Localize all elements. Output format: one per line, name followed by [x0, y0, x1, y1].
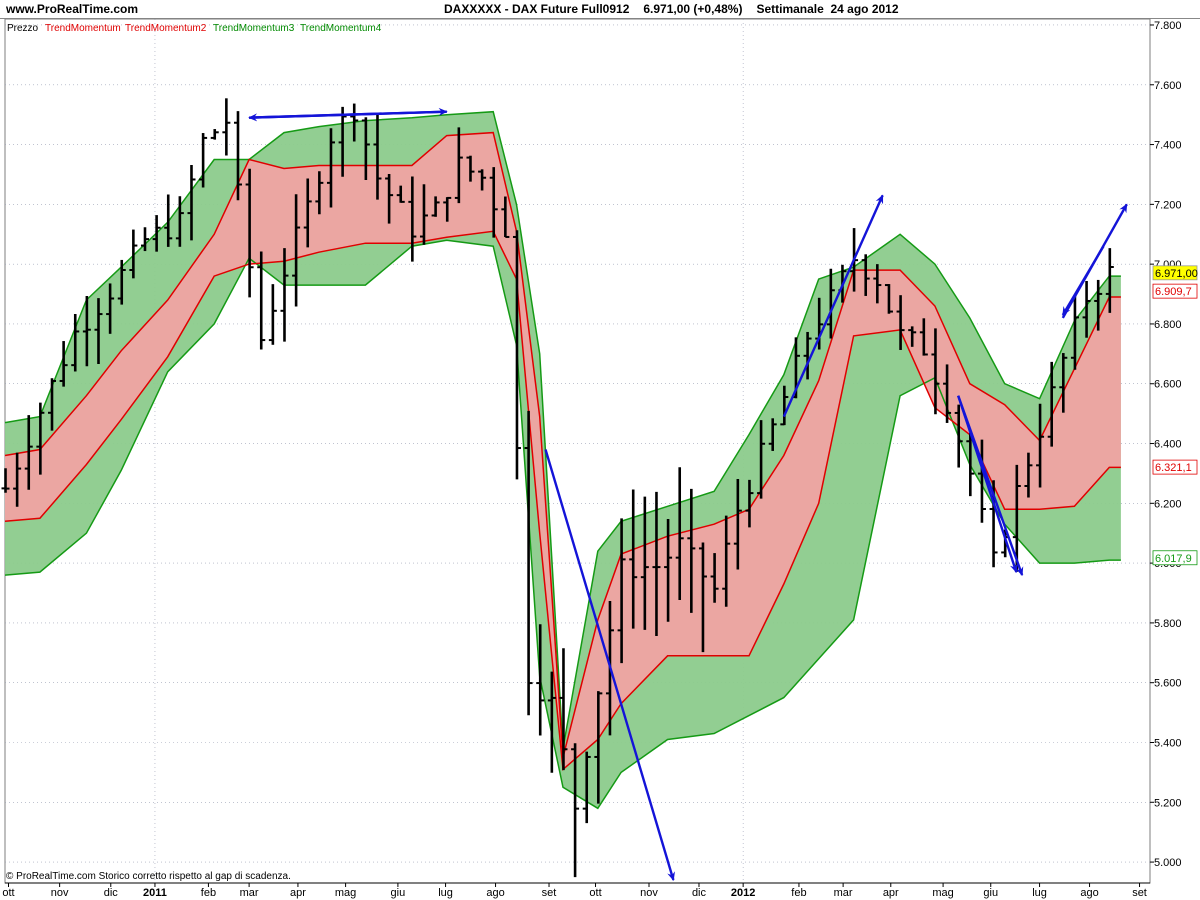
- price-badge-label: 6.971,00: [1155, 268, 1198, 280]
- y-tick-label: 5.800: [1154, 618, 1182, 630]
- y-tick-label: 7.600: [1154, 80, 1182, 92]
- x-tick-label: mar: [240, 887, 259, 899]
- x-tick-label: giu: [391, 887, 406, 899]
- legend-trendmomentum4: TrendMomentum4: [300, 23, 382, 34]
- x-tick-label: ago: [1080, 887, 1098, 899]
- x-tick-label: nov: [51, 887, 69, 899]
- x-tick-label: apr: [290, 887, 306, 899]
- y-tick-label: 7.400: [1154, 140, 1182, 152]
- x-tick-label: 2011: [143, 887, 167, 899]
- x-tick-label: nov: [640, 887, 658, 899]
- x-tick-label: apr: [883, 887, 899, 899]
- x-tick-label: lug: [1032, 887, 1047, 899]
- y-tick-label: 6.400: [1154, 439, 1182, 451]
- legend-trendmomentum3: TrendMomentum3: [213, 23, 295, 34]
- price-badge-label: 6.909,7: [1155, 286, 1192, 298]
- y-tick-label: 5.000: [1154, 857, 1182, 869]
- price-chart[interactable]: 5.0005.2005.4005.6005.8006.0006.2006.400…: [0, 0, 1200, 900]
- x-tick-label: dic: [692, 887, 707, 899]
- y-tick-label: 6.800: [1154, 319, 1182, 331]
- price-badge: 6.909,7: [1152, 283, 1198, 299]
- x-tick-label: set: [542, 887, 557, 899]
- y-tick-label: 5.200: [1154, 797, 1182, 809]
- x-tick-label: ott: [2, 887, 14, 899]
- price-badge-label: 6.017,9: [1155, 553, 1192, 565]
- x-tick-label: feb: [791, 887, 806, 899]
- x-tick-label: 2012: [731, 887, 755, 899]
- price-badge: 6.017,9: [1152, 550, 1198, 566]
- x-tick-label: mag: [335, 887, 356, 899]
- x-tick-label: ago: [486, 887, 504, 899]
- x-tick-label: giu: [983, 887, 998, 899]
- x-tick-label: set: [1132, 887, 1147, 899]
- x-tick-label: mar: [834, 887, 853, 899]
- y-tick-label: 6.600: [1154, 379, 1182, 391]
- legend-trendmomentum2: TrendMomentum2: [125, 23, 207, 34]
- x-tick-label: dic: [104, 887, 119, 899]
- x-tick-label: mag: [932, 887, 953, 899]
- y-tick-label: 7.200: [1154, 199, 1182, 211]
- footer-note: © ProRealTime.com Storico corretto rispe…: [6, 871, 291, 882]
- y-tick-label: 5.600: [1154, 678, 1182, 690]
- legend-trendmomentum: TrendMomentum: [45, 23, 121, 34]
- y-tick-label: 5.400: [1154, 737, 1182, 749]
- x-tick-label: lug: [438, 887, 453, 899]
- x-tick-label: feb: [201, 887, 216, 899]
- y-tick-label: 6.200: [1154, 498, 1182, 510]
- x-tick-label: ott: [589, 887, 601, 899]
- y-tick-label: 7.800: [1154, 20, 1182, 32]
- price-badge: 6.321,1: [1152, 459, 1198, 475]
- price-badge-label: 6.321,1: [1155, 462, 1192, 474]
- price-badge: 6.971,00: [1152, 265, 1198, 281]
- legend-prezzo: Prezzo: [7, 23, 39, 34]
